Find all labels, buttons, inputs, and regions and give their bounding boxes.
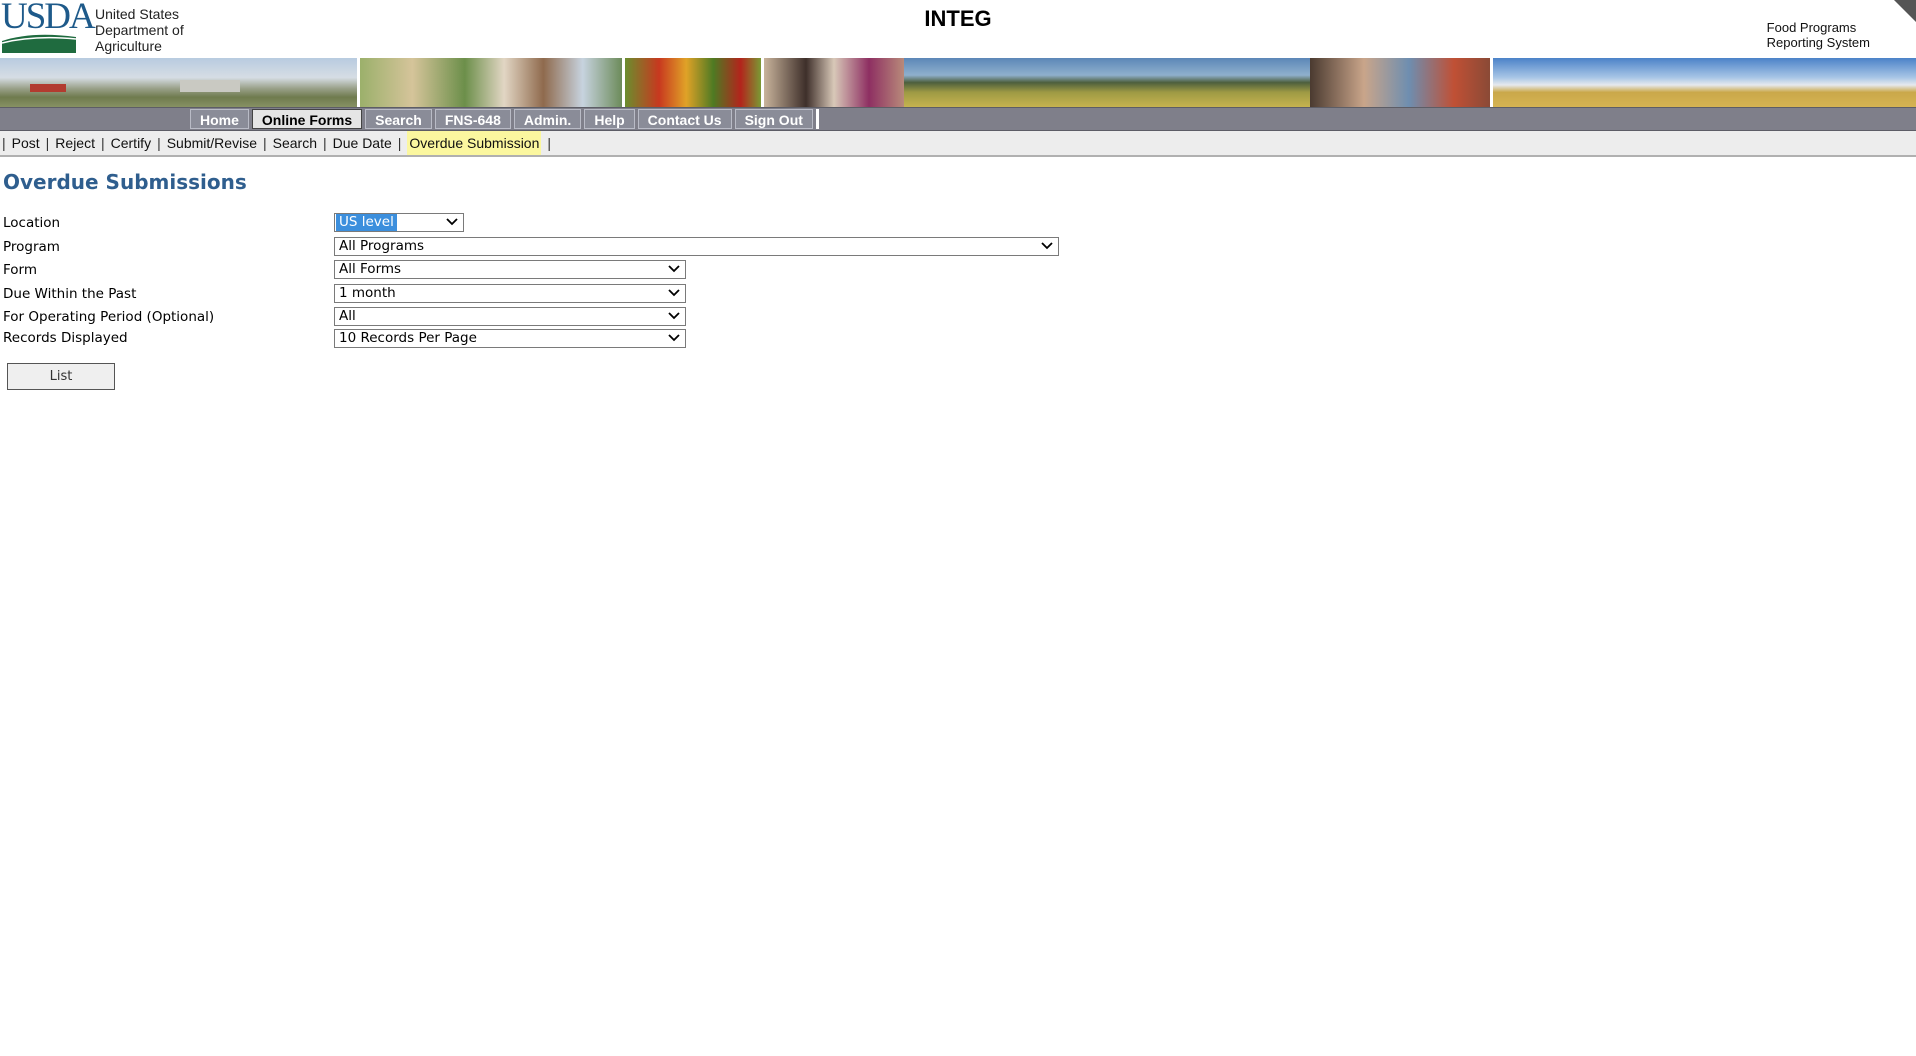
- subnav-search[interactable]: Search: [273, 131, 317, 155]
- operating-period-select-value: All: [339, 308, 356, 324]
- chevron-down-icon: [446, 218, 458, 226]
- subnav-separator: |: [262, 135, 267, 151]
- list-button[interactable]: List: [7, 363, 115, 390]
- form-select[interactable]: All Forms: [334, 260, 686, 279]
- subnav-separator: |: [322, 135, 327, 151]
- mountain-field-photo: [903, 58, 1310, 107]
- system-name-line-2: Reporting System: [1766, 35, 1870, 50]
- location-select-value: US level: [336, 214, 397, 231]
- location-select[interactable]: US level: [334, 213, 464, 232]
- chevron-down-icon: [668, 265, 680, 273]
- subnav-separator: |: [397, 135, 402, 151]
- program-select[interactable]: All Programs: [334, 237, 1059, 256]
- nav-fns-648[interactable]: FNS-648: [434, 109, 511, 129]
- chevron-down-icon: [668, 334, 680, 342]
- due-within-label: Due Within the Past: [3, 286, 137, 302]
- office-workers-photo: [763, 58, 904, 107]
- subnav-separator: |: [45, 135, 50, 151]
- nav-help[interactable]: Help: [584, 109, 635, 129]
- family-meal-photo: [360, 58, 623, 107]
- nav-sign-out[interactable]: Sign Out: [734, 109, 813, 129]
- due-within-select-value: 1 month: [339, 285, 396, 301]
- subnav-separator: |: [157, 135, 161, 151]
- chevron-down-icon: [668, 312, 680, 320]
- location-label: Location: [3, 215, 61, 231]
- form-row: Form All Forms: [3, 260, 1103, 280]
- form-label: Form: [3, 262, 38, 278]
- subnav-certify[interactable]: Certify: [111, 131, 151, 155]
- subnav-post[interactable]: Post: [12, 131, 40, 155]
- program-label: Program: [3, 239, 60, 255]
- system-name-line-1: Food Programs: [1766, 20, 1857, 35]
- records-select-value: 10 Records Per Page: [339, 330, 477, 346]
- farm-landscape-photo: [0, 58, 358, 107]
- agency-line-3: Agriculture: [95, 38, 162, 54]
- subnav-due-date[interactable]: Due Date: [333, 131, 392, 155]
- system-name: Food Programs Reporting System: [1767, 20, 1870, 50]
- site-header: USDA United States Department of Agricul…: [0, 0, 1916, 58]
- children-produce-photo: [1309, 58, 1490, 107]
- operating-period-row: For Operating Period (Optional) All: [3, 307, 1103, 327]
- nav-admin[interactable]: Admin.: [513, 109, 582, 129]
- vegetables-photo: [625, 58, 761, 107]
- chevron-down-icon: [1041, 242, 1053, 250]
- subnav-separator: |: [100, 135, 105, 151]
- form-select-value: All Forms: [339, 261, 402, 277]
- records-row: Records Displayed 10 Records Per Page: [3, 328, 1103, 348]
- subnav-separator: |: [2, 135, 6, 151]
- subnav-separator: |: [547, 135, 552, 151]
- program-row: Program All Programs: [3, 237, 1103, 257]
- nav-online-forms[interactable]: Online Forms: [251, 109, 363, 129]
- chevron-down-icon: [668, 289, 680, 297]
- location-row: Location US level: [3, 213, 1103, 233]
- corner-fold-icon: [1894, 0, 1916, 22]
- due-within-row: Due Within the Past 1 month: [3, 284, 1103, 304]
- nav-divider: [815, 109, 819, 129]
- usda-swoosh-icon: [2, 34, 76, 53]
- wheat-field-photo: [1492, 58, 1916, 107]
- sub-nav: | Post | Reject | Certify | Submit/Revis…: [0, 131, 1916, 157]
- main-nav: Home Online Forms Search FNS-648 Admin. …: [0, 107, 1916, 131]
- operating-period-label: For Operating Period (Optional): [3, 309, 215, 325]
- records-select[interactable]: 10 Records Per Page: [334, 329, 686, 348]
- photo-banner: [0, 58, 1916, 107]
- nav-contact-us[interactable]: Contact Us: [637, 109, 732, 129]
- subnav-submit-revise[interactable]: Submit/Revise: [167, 131, 257, 155]
- page-title: Overdue Submissions: [3, 170, 247, 194]
- operating-period-select[interactable]: All: [334, 307, 686, 326]
- nav-search[interactable]: Search: [365, 109, 432, 129]
- due-within-select[interactable]: 1 month: [334, 284, 686, 303]
- nav-home[interactable]: Home: [190, 109, 249, 129]
- subnav-overdue-submission[interactable]: Overdue Submission: [407, 131, 542, 155]
- records-label: Records Displayed: [3, 330, 128, 346]
- program-select-value: All Programs: [339, 238, 425, 254]
- subnav-reject[interactable]: Reject: [55, 131, 95, 155]
- app-title: INTEG: [924, 6, 992, 31]
